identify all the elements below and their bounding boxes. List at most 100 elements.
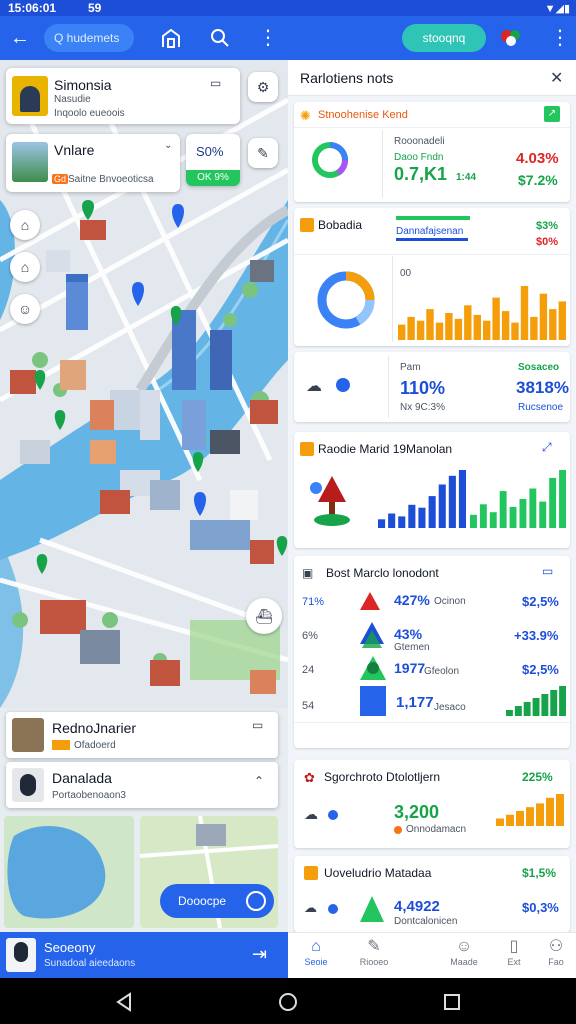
row-mid: 1,177 (396, 694, 434, 711)
brush-icon: ✎ (367, 938, 381, 955)
bars-card-v2: $0% (536, 236, 559, 248)
percent-label: Pam (400, 362, 421, 373)
list-item[interactable]: RednoJnarier Ofadoerd ▭ (6, 712, 278, 758)
orange-bar (445, 313, 453, 340)
row-left: 54 (302, 700, 315, 712)
map-smile-button-icon[interactable]: ☺ (10, 294, 40, 324)
summary-sub: Daoo Fndn (394, 152, 444, 163)
back-arrow-icon[interactable]: ← (10, 28, 30, 48)
share-icon[interactable]: ⇥ (252, 944, 267, 965)
market-card[interactable]: Raodie Marid 19Manolan ⤢ (294, 432, 570, 548)
blue-block-icon (360, 686, 386, 716)
close-icon[interactable]: ✕ (550, 68, 563, 88)
row-left: 71% (302, 596, 325, 608)
row-mid: 427% (394, 592, 430, 608)
people-icon: ☺ (455, 938, 473, 955)
bottom-user-bar[interactable]: Seoeony Sunadoal aieedaons ⇥ (0, 932, 288, 978)
green-mini-bar (550, 690, 558, 716)
summary-pct-red: 4.03% (516, 150, 559, 167)
green-bar (470, 514, 477, 528)
blue-bar (398, 516, 406, 528)
blue-bar (428, 496, 436, 528)
update-card-right2: $0,3% (522, 900, 559, 915)
external-link-icon[interactable]: ↗ (544, 106, 560, 122)
blue-green-tree-icon (360, 622, 384, 648)
summary-card[interactable]: ✺ Stnoohenise Kend ↗ Rooonadeli Daoo Fnd… (294, 102, 570, 202)
primary-action-button[interactable]: Dooocpe (160, 884, 274, 918)
cloud-icon: ☁ (304, 806, 318, 822)
green-bar (499, 491, 507, 528)
city-map[interactable]: Simonsia Nasudie Inqoolo eueoois ▭ ⚙ Vnl… (0, 60, 288, 708)
expand-icon[interactable]: ⌃ (254, 774, 264, 788)
map-home-button-icon[interactable]: ⌂ (10, 252, 40, 282)
tab-people[interactable]: ☺ Maade (440, 937, 488, 967)
tab-brush[interactable]: ✎ Riooeo (350, 937, 398, 967)
tree-illustration (310, 476, 350, 526)
tab-home[interactable]: ⌂ Seoie (292, 937, 340, 967)
status-extra: 59 (88, 1, 102, 15)
landscape-thumbnail (12, 142, 48, 182)
tab-account[interactable]: ⚇ Fao (532, 937, 576, 967)
back-triangle-icon[interactable] (114, 992, 134, 1012)
green-bar (489, 512, 497, 528)
row-right: $2,5% (522, 662, 559, 677)
stat-mini-card[interactable]: S0% OK 9% (186, 134, 240, 186)
green-mini-bar (514, 706, 522, 716)
more-menu-icon-right[interactable]: ⋮ (550, 28, 570, 48)
orange-bar (520, 286, 529, 340)
blue-bar (378, 519, 386, 528)
orange-bar (454, 318, 463, 340)
percent-sub: Nx 9C:3% (400, 402, 446, 413)
orange-bar (407, 316, 415, 340)
blue-bar (388, 513, 396, 528)
percent-big: 110% (400, 378, 446, 398)
system-nav-bar (0, 978, 576, 1024)
second-subtitle: Saitne Bnvoeoticsa (68, 174, 154, 185)
bouquet-icon[interactable] (498, 26, 524, 54)
map-pin-button-icon[interactable]: ⌂ (10, 210, 40, 240)
building-icon[interactable] (160, 28, 182, 52)
recents-square-icon[interactable] (442, 992, 462, 1012)
blue-bar (408, 504, 416, 528)
chevron-down-icon[interactable]: ⌄ (164, 140, 172, 151)
market-card-title: Raodie Marid 19Manolan (318, 442, 453, 456)
search-label: Q hudemets (54, 31, 120, 45)
percent-card[interactable]: ☁ Pam 110% Nx 9C:3% Sosaceo 3818% Rucsen… (294, 352, 570, 422)
bars-card[interactable]: Bobadia Dannafajsenan $3% $0% 00 (294, 208, 570, 346)
bottom-list: RednoJnarier Ofadoerd ▭ Danalada Portaob… (0, 708, 288, 932)
signal-icon: ▼◢▮ (544, 3, 570, 15)
message-icon[interactable]: ▭ (252, 718, 263, 732)
donut-chart-large (317, 271, 375, 329)
more-menu-icon[interactable]: ⋮ (258, 28, 278, 48)
update-card-icon (304, 866, 318, 880)
green-bar (559, 470, 566, 528)
home-circle-icon[interactable] (278, 992, 298, 1012)
bars-axis-label: 00 (400, 268, 412, 279)
green-bar-chart (470, 470, 566, 528)
mini-map-left[interactable] (4, 816, 134, 928)
avatar (12, 768, 44, 802)
summary-pct-green: $7.2% (518, 172, 558, 188)
edit-pen-icon[interactable]: ✎ (248, 138, 278, 168)
list-item[interactable]: Danalada Portaobenoaon3 ⌃ (6, 762, 278, 808)
window-icon[interactable]: ▭ (542, 564, 553, 578)
image-icon: ▣ (302, 566, 314, 580)
update-card[interactable]: Uoveludrio Matadaa $1,5% ☁ 4,4922 Dontca… (294, 856, 570, 932)
orange-bar (435, 322, 444, 340)
message-icon[interactable]: ▭ (210, 76, 221, 90)
home-icon: ⌂ (311, 938, 321, 955)
ship-button-icon[interactable]: ⛴ (246, 598, 282, 634)
search-pill[interactable]: Q hudemets (44, 24, 134, 52)
expand-icon[interactable]: ⤢ (542, 440, 552, 455)
update-sub: Dontcalonicen (394, 916, 458, 927)
score-card[interactable]: ✿ Sgorchroto Dtolotljern 225% ☁ 3,200 On… (294, 760, 570, 848)
place-card-top[interactable]: Simonsia Nasudie Inqoolo eueoois ▭ (6, 68, 240, 124)
place-card-second[interactable]: Vnlare ⌄ Gd Saitne Bnvoeoticsa (6, 134, 180, 192)
teal-action-pill[interactable]: stooqnq (402, 24, 486, 52)
tab-door[interactable]: ▯ Ext (490, 937, 538, 967)
tree-stats-card[interactable]: ▣ Bost Marclo lonodont ▭ 71% 427% Ocinon… (294, 556, 570, 748)
search-icon[interactable] (210, 28, 230, 52)
red-tree-icon (360, 592, 380, 610)
settings-gear-icon[interactable]: ⚙ (248, 72, 278, 102)
green-bar (479, 504, 487, 528)
